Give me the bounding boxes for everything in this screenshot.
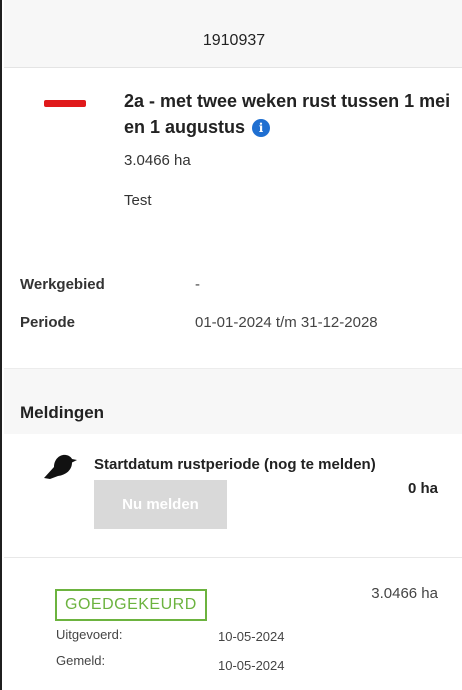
melding-title: Startdatum rustperiode (nog te melden): [94, 456, 376, 473]
zone-title-text: 2a - met twee weken rust tussen 1 mei en…: [124, 91, 451, 137]
zone-title: 2a - met twee weken rust tussen 1 mei en…: [124, 88, 454, 140]
werkgebied-label: Werkgebied: [20, 276, 105, 293]
gemeld-value: 10-05-2024: [218, 658, 285, 673]
gemeld-label: Gemeld:: [56, 653, 106, 668]
status-area: 3.0466 ha: [371, 585, 438, 602]
status-badge: GOEDGEKEURD: [55, 589, 207, 621]
bird-icon: [44, 454, 77, 479]
zone-area: 3.0466 ha: [124, 152, 191, 169]
periode-label: Periode: [20, 314, 76, 331]
melding-area: 0 ha: [407, 480, 438, 497]
periode-value: 01-01-2024 t/m 31-12-2028: [195, 314, 378, 331]
report-now-button[interactable]: Nu melden: [94, 480, 227, 529]
uitgevoerd-label: Uitgevoerd:: [56, 627, 123, 642]
info-icon[interactable]: i: [252, 119, 271, 137]
divider: [4, 557, 462, 558]
uitgevoerd-value: 10-05-2024: [218, 629, 285, 644]
meldingen-section-header: Meldingen: [4, 368, 462, 434]
zone-note: Test: [124, 192, 152, 209]
zone-color-swatch: [44, 100, 86, 107]
werkgebied-value: -: [195, 276, 200, 293]
detail-panel: 1910937 2a - met twee weken rust tussen …: [0, 0, 462, 690]
parcel-id: 1910937: [202, 32, 266, 49]
meldingen-title: Meldingen: [20, 403, 105, 422]
panel-header: 1910937: [4, 0, 462, 68]
